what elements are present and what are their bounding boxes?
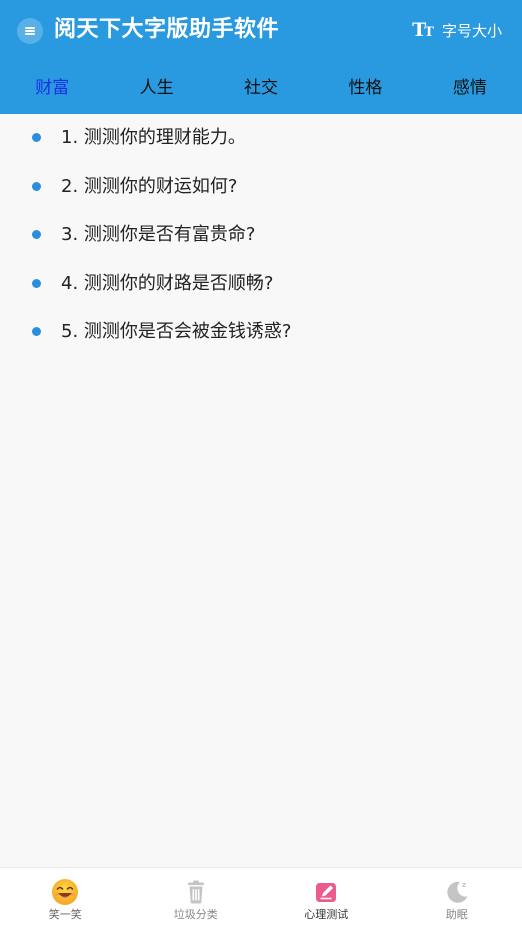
tab-emotion[interactable]: 感情 (418, 62, 522, 114)
nav-item-sleep[interactable]: z 助眠 (392, 868, 522, 930)
tab-social[interactable]: 社交 (209, 62, 313, 114)
list-item[interactable]: 4. 测测你的财路是否顺畅? (0, 260, 522, 309)
list-item[interactable]: 1. 测测你的理财能力。 (0, 114, 522, 163)
nav-item-psych-test[interactable]: 心理测试 (261, 868, 392, 930)
bullet-dot (32, 327, 41, 336)
menu-icon (25, 27, 35, 35)
tab-life[interactable]: 人生 (104, 62, 208, 114)
edit-note-icon (312, 878, 340, 906)
list-item-text: 5. 测测你是否会被金钱诱惑? (61, 320, 291, 344)
nav-label-psych-test: 心理测试 (261, 908, 392, 922)
list-item[interactable]: 3. 测测你是否有富贵命? (0, 211, 522, 260)
top-bar: 阅天下大字版助手软件 TT 字号大小 (0, 0, 522, 62)
trash-icon (182, 878, 210, 906)
smile-emoji-icon (51, 878, 79, 906)
list-item[interactable]: 5. 测测你是否会被金钱诱惑? (0, 308, 522, 357)
nav-label-garbage: 垃圾分类 (131, 908, 262, 922)
tab-wealth[interactable]: 财富 (0, 62, 104, 114)
list-item-text: 3. 测测你是否有富贵命? (61, 223, 255, 247)
nav-label-sleep: 助眠 (392, 908, 522, 922)
category-tabs: 财富 人生 社交 性格 感情 (0, 62, 522, 114)
font-size-button[interactable]: TT 字号大小 (412, 17, 502, 45)
bullet-dot (32, 230, 41, 239)
svg-text:z: z (462, 881, 466, 889)
menu-button[interactable] (17, 18, 43, 44)
bullet-dot (32, 182, 41, 191)
text-size-icon: TT (412, 20, 432, 43)
app-title: 阅天下大字版助手软件 (54, 15, 279, 45)
list-item-text: 1. 测测你的理财能力。 (61, 126, 246, 150)
app-header: 阅天下大字版助手软件 TT 字号大小 财富 人生 社交 性格 感情 (0, 0, 522, 114)
list-item[interactable]: 2. 测测你的财运如何? (0, 163, 522, 212)
nav-item-garbage[interactable]: 垃圾分类 (131, 868, 262, 930)
tab-personality[interactable]: 性格 (313, 62, 417, 114)
bottom-navigation: 笑一笑 垃圾分类 心理测试 z 助眠 (0, 867, 522, 930)
list-item-text: 2. 测测你的财运如何? (61, 175, 237, 199)
font-size-label: 字号大小 (442, 21, 502, 41)
bullet-dot (32, 279, 41, 288)
nav-item-joke[interactable]: 笑一笑 (0, 868, 131, 930)
moon-sleep-icon: z (443, 878, 471, 906)
test-list: 1. 测测你的理财能力。 2. 测测你的财运如何? 3. 测测你是否有富贵命? … (0, 114, 522, 357)
bullet-dot (32, 133, 41, 142)
nav-label-joke: 笑一笑 (0, 908, 131, 922)
list-item-text: 4. 测测你的财路是否顺畅? (61, 272, 273, 296)
